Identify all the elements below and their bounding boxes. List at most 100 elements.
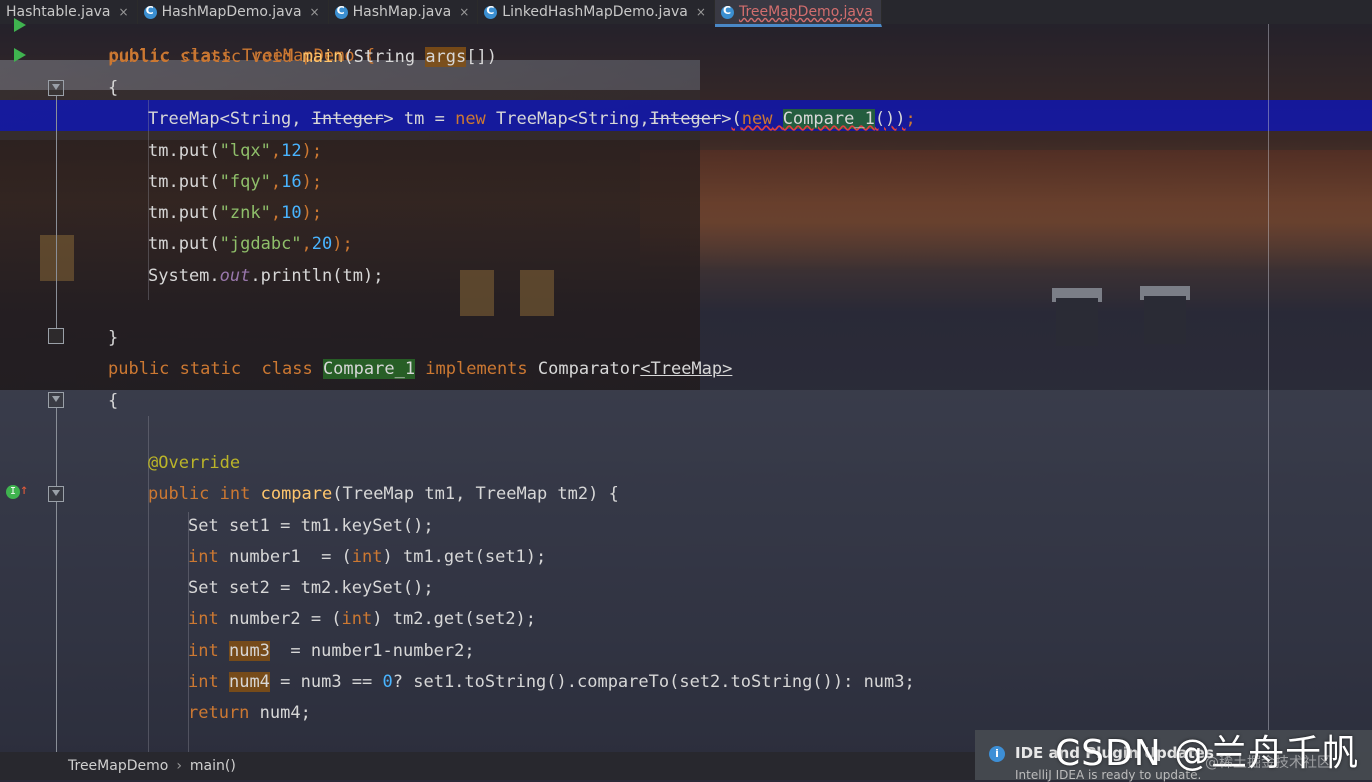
code-number: 20 — [311, 234, 333, 254]
code-text: > tm = — [383, 109, 456, 129]
code-text: = num3 == — [269, 672, 383, 692]
code-text: { — [108, 78, 119, 98]
breadcrumb-method[interactable]: main() — [190, 758, 236, 774]
code-keyword: new — [455, 109, 486, 129]
override-marker-icon[interactable]: I ↑ — [6, 482, 28, 499]
code-text: tm.put( — [148, 172, 220, 192]
code-text: Comparator — [537, 359, 641, 379]
code-error: ( — [731, 109, 742, 129]
fold-icon[interactable] — [48, 486, 64, 502]
run-icon[interactable] — [14, 18, 26, 32]
code-line: int number2 = (int) tm2.get(set2); — [188, 604, 536, 635]
code-keyword: int — [188, 547, 219, 567]
code-keyword: int — [188, 609, 219, 629]
code-param-highlight: args — [425, 47, 467, 67]
code-text: Set set2 = tm2.keySet(); — [188, 578, 434, 598]
code-text: []) — [466, 47, 497, 67]
code-error: new — [741, 109, 773, 129]
code-number: 12 — [281, 141, 302, 161]
code-line: @Override — [148, 448, 240, 479]
run-icon[interactable] — [14, 48, 26, 62]
code-text: System. — [148, 266, 220, 286]
code-text: .println(tm); — [250, 266, 384, 286]
code-line: Set set2 = tm2.keySet(); — [188, 573, 434, 604]
code-text: TreeMap<String, — [485, 109, 650, 129]
code-text: ; — [905, 109, 916, 129]
code-string: "znk" — [219, 203, 271, 223]
code-line: { — [108, 73, 118, 104]
code-variable-highlight: num4 — [228, 672, 270, 692]
code-string: "jgdabc" — [219, 234, 302, 254]
tab-label: LinkedHashMapDemo.java — [502, 4, 688, 20]
fold-guide — [56, 408, 57, 486]
code-line: { — [108, 386, 118, 417]
code-line: } — [108, 323, 118, 354]
code-string: "fqy" — [219, 172, 271, 192]
code-keyword: int — [188, 672, 219, 692]
code-line: System.out.println(tm); — [148, 261, 383, 292]
code-text: } — [108, 328, 119, 348]
right-margin-guide — [1268, 24, 1269, 752]
class-icon — [484, 4, 498, 19]
fold-icon[interactable] — [48, 80, 64, 96]
code-line: TreeMap<String, Integer> tm = new TreeMa… — [148, 104, 916, 135]
breadcrumb-class[interactable]: TreeMapDemo — [0, 758, 168, 774]
tab-label: TreeMapDemo.java — [738, 4, 873, 20]
code-text: TreeMap<String, — [148, 109, 312, 129]
code-text: num4; — [249, 703, 311, 723]
close-icon[interactable]: × — [459, 5, 469, 19]
code-text: ); — [301, 141, 323, 161]
code-keyword: implements — [415, 359, 538, 379]
code-keyword: int — [351, 547, 383, 567]
fold-icon[interactable] — [48, 392, 64, 408]
code-line: int num3 = number1-number2; — [188, 636, 475, 667]
code-class-name: Compare_1 — [322, 359, 416, 379]
watermark-secondary: @稀土掘金技术社区 — [1205, 755, 1331, 771]
code-variable-highlight: num3 — [228, 641, 270, 661]
code-keyword: public static class — [108, 359, 323, 379]
editor-gutter: I ↑ — [0, 18, 68, 752]
code-static-field: out — [219, 266, 251, 286]
code-text: , — [301, 234, 312, 254]
code-text: (TreeMap tm1, TreeMap tm2) { — [332, 484, 619, 504]
code-deprecated: Integer — [649, 109, 722, 129]
code-text: tm.put( — [148, 141, 220, 161]
code-line: int num4 = num3 == 0? set1.toString().co… — [188, 667, 915, 698]
fold-guide — [56, 96, 57, 328]
code-text: , — [270, 172, 282, 192]
code-text: number2 = ( — [218, 609, 342, 629]
code-text: (String — [343, 47, 426, 67]
code-line: Set set1 = tm1.keySet(); — [188, 511, 434, 542]
code-text: ) tm2.get(set2); — [372, 609, 537, 629]
code-text: ); — [301, 172, 323, 192]
code-editor[interactable]: I ↑ public class TreeMapDemo { public sta… — [0, 18, 1372, 752]
fold-icon[interactable] — [48, 328, 64, 344]
code-text: ) tm1.get(set1); — [382, 547, 547, 567]
code-keyword: public int — [148, 484, 261, 504]
code-text: tm.put( — [148, 234, 220, 254]
code-line: int number1 = (int) tm1.get(set1); — [188, 542, 546, 573]
code-text: , — [270, 141, 282, 161]
code-generic: <TreeMap> — [640, 359, 733, 379]
code-text: ); — [301, 203, 323, 223]
code-error — [772, 109, 782, 129]
code-text: Set set1 = tm1.keySet(); — [188, 516, 434, 536]
code-line: return num4; — [188, 698, 311, 729]
code-line: public static class Compare_1 implements… — [108, 354, 732, 385]
code-line: tm.put("fqy",16); — [148, 167, 322, 198]
tab-linkedhashmapdemo[interactable]: LinkedHashMapDemo.java × — [478, 0, 715, 24]
code-error: ()) — [874, 109, 906, 129]
code-text: number1 = ( — [218, 547, 352, 567]
close-icon[interactable]: × — [696, 5, 706, 19]
code-method-name: main — [302, 47, 344, 67]
code-deprecated: Integer — [311, 109, 384, 129]
code-keyword: public static void — [108, 47, 303, 67]
code-line: public static void main(String args[]) — [108, 42, 497, 73]
tab-treemapdemo[interactable]: TreeMapDemo.java — [714, 0, 882, 27]
code-keyword: int — [188, 641, 219, 661]
code-number: 16 — [281, 172, 302, 192]
code-text: > — [721, 109, 732, 129]
fold-guide — [56, 502, 57, 752]
